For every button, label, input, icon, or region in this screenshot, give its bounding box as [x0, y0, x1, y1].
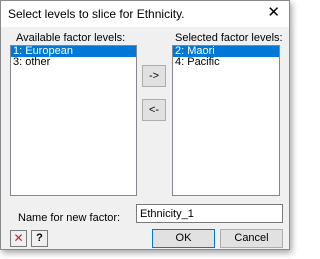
add-level-button[interactable]: -> [142, 65, 166, 87]
available-levels-list[interactable]: 1: European 3: other [10, 45, 137, 196]
close-icon[interactable]: ✕ [267, 5, 280, 21]
slice-levels-dialog: Select levels to slice for Ethnicity. ✕ … [0, 0, 290, 250]
help-icon[interactable]: ? [31, 230, 48, 247]
available-levels-label: Available factor levels: [16, 32, 126, 44]
ok-button[interactable]: OK [152, 229, 215, 248]
list-item[interactable]: 4: Pacific [173, 57, 279, 68]
selected-levels-list[interactable]: 2: Maori 4: Pacific [172, 45, 280, 196]
clear-icon[interactable]: ✕ [10, 230, 27, 247]
new-factor-name-input[interactable] [136, 204, 283, 223]
new-factor-label: Name for new factor: [18, 212, 121, 224]
remove-level-button[interactable]: <- [142, 99, 166, 121]
selected-levels-label: Selected factor levels: [175, 32, 283, 44]
title-bar: Select levels to slice for Ethnicity. ✕ [1, 1, 289, 27]
cancel-button[interactable]: Cancel [220, 229, 283, 248]
dialog-title: Select levels to slice for Ethnicity. [8, 7, 185, 21]
list-item[interactable]: 3: other [11, 57, 136, 68]
